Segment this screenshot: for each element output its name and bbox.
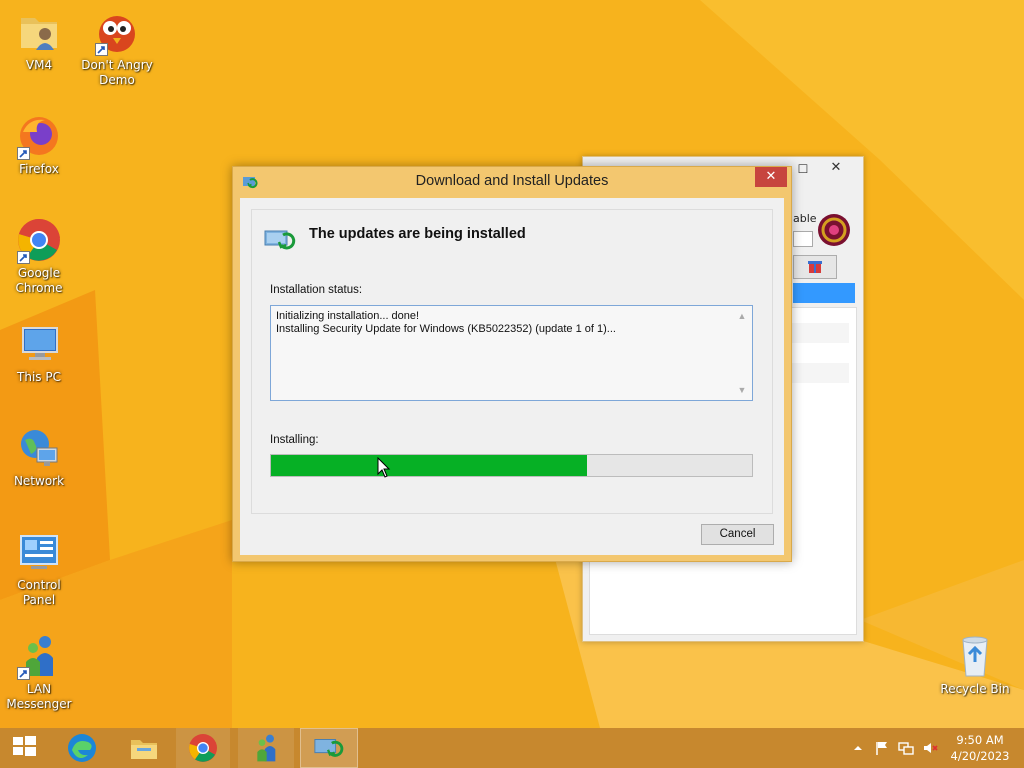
clock-time: 9:50 AM bbox=[956, 733, 1004, 747]
control-panel-icon bbox=[15, 528, 63, 576]
gift-icon bbox=[808, 261, 822, 273]
network-globe-icon bbox=[15, 424, 63, 472]
dialog-content-panel: The updates are being installed Installa… bbox=[251, 209, 773, 514]
mouse-cursor-icon bbox=[377, 457, 391, 478]
taskbar-file-explorer[interactable] bbox=[118, 728, 170, 768]
desktop-icon-firefox[interactable]: Firefox bbox=[0, 112, 78, 177]
desktop-icon-dont-angry-demo[interactable]: Don't Angry Demo bbox=[78, 8, 156, 88]
file-explorer-icon bbox=[131, 740, 157, 759]
desktop-icon-lan-messenger[interactable]: LAN Messenger bbox=[0, 632, 78, 712]
taskbar: 9:50 AM 4/20/2023 bbox=[0, 728, 1024, 768]
desktop-icon-this-pc[interactable]: This PC bbox=[0, 320, 78, 385]
windows-update-icon bbox=[314, 739, 344, 757]
taskbar-lan-messenger[interactable] bbox=[238, 728, 294, 768]
desktop: VM4 Don't Angry Demo Firefox Google Chro… bbox=[0, 0, 1024, 768]
background-window-row bbox=[787, 363, 849, 383]
background-window-field[interactable] bbox=[793, 231, 813, 247]
install-progress-fill bbox=[271, 455, 587, 476]
desktop-icon-control-panel[interactable]: Control Panel bbox=[0, 528, 78, 608]
dialog-client-area: The updates are being installed Installa… bbox=[240, 198, 784, 555]
dialog-header: The updates are being installed bbox=[309, 226, 526, 242]
start-button[interactable] bbox=[0, 728, 48, 768]
lan-messenger-icon bbox=[15, 632, 63, 680]
shortcut-arrow-icon bbox=[17, 147, 30, 160]
background-window-label: able bbox=[793, 212, 817, 225]
background-window-selected-row[interactable] bbox=[793, 283, 855, 303]
install-progress-bar bbox=[270, 454, 753, 477]
scroll-up-icon[interactable]: ▲ bbox=[736, 310, 748, 322]
show-hidden-icons-icon[interactable] bbox=[850, 740, 866, 756]
close-button[interactable]: ✕ bbox=[755, 167, 787, 187]
dialog-title: Download and Install Updates bbox=[415, 173, 609, 189]
action-center-flag-icon[interactable] bbox=[874, 740, 890, 756]
recycle-bin-icon bbox=[951, 632, 999, 680]
status-line: Installing Security Update for Windows (… bbox=[276, 323, 616, 335]
scroll-down-icon[interactable]: ▼ bbox=[736, 384, 748, 396]
angry-bird-icon bbox=[93, 8, 141, 56]
edge-icon bbox=[68, 734, 96, 762]
lan-messenger-icon bbox=[257, 734, 276, 762]
chrome-icon bbox=[189, 734, 217, 762]
computer-icon bbox=[15, 320, 63, 368]
installation-status-label: Installation status: bbox=[270, 284, 363, 296]
status-line: Initializing installation... done! bbox=[276, 310, 420, 322]
installation-status-textbox[interactable]: Initializing installation... done! Insta… bbox=[270, 305, 753, 401]
folder-user-icon bbox=[15, 8, 63, 56]
shortcut-arrow-icon bbox=[17, 667, 30, 680]
background-window-row bbox=[787, 323, 849, 343]
cancel-button[interactable]: Cancel bbox=[701, 524, 774, 545]
desktop-icon-vm4[interactable]: VM4 bbox=[0, 8, 78, 73]
taskbar-edge[interactable] bbox=[56, 728, 108, 768]
shortcut-arrow-icon bbox=[17, 251, 30, 264]
desktop-icon-recycle-bin[interactable]: Recycle Bin bbox=[936, 632, 1014, 697]
taskbar-chrome[interactable] bbox=[176, 728, 230, 768]
download-install-updates-dialog: Download and Install Updates ✕ The updat… bbox=[232, 166, 792, 562]
taskbar-windows-update[interactable] bbox=[300, 728, 358, 768]
chrome-icon bbox=[15, 216, 63, 264]
desktop-icon-google-chrome[interactable]: Google Chrome bbox=[0, 216, 78, 296]
clock-date: 4/20/2023 bbox=[950, 749, 1010, 763]
windows-update-icon bbox=[264, 230, 296, 250]
start-icon bbox=[13, 736, 36, 756]
app-orb-icon bbox=[818, 214, 850, 246]
network-icon[interactable] bbox=[898, 740, 914, 756]
close-icon[interactable]: ✕ bbox=[813, 158, 859, 178]
firefox-icon bbox=[15, 112, 63, 160]
installing-label: Installing: bbox=[270, 434, 319, 446]
system-clock[interactable]: 9:50 AM 4/20/2023 bbox=[940, 732, 1020, 764]
background-window-tool-button[interactable] bbox=[793, 255, 837, 279]
desktop-icon-network[interactable]: Network bbox=[0, 424, 78, 489]
volume-muted-icon[interactable] bbox=[922, 740, 938, 756]
shortcut-arrow-icon bbox=[95, 43, 108, 56]
